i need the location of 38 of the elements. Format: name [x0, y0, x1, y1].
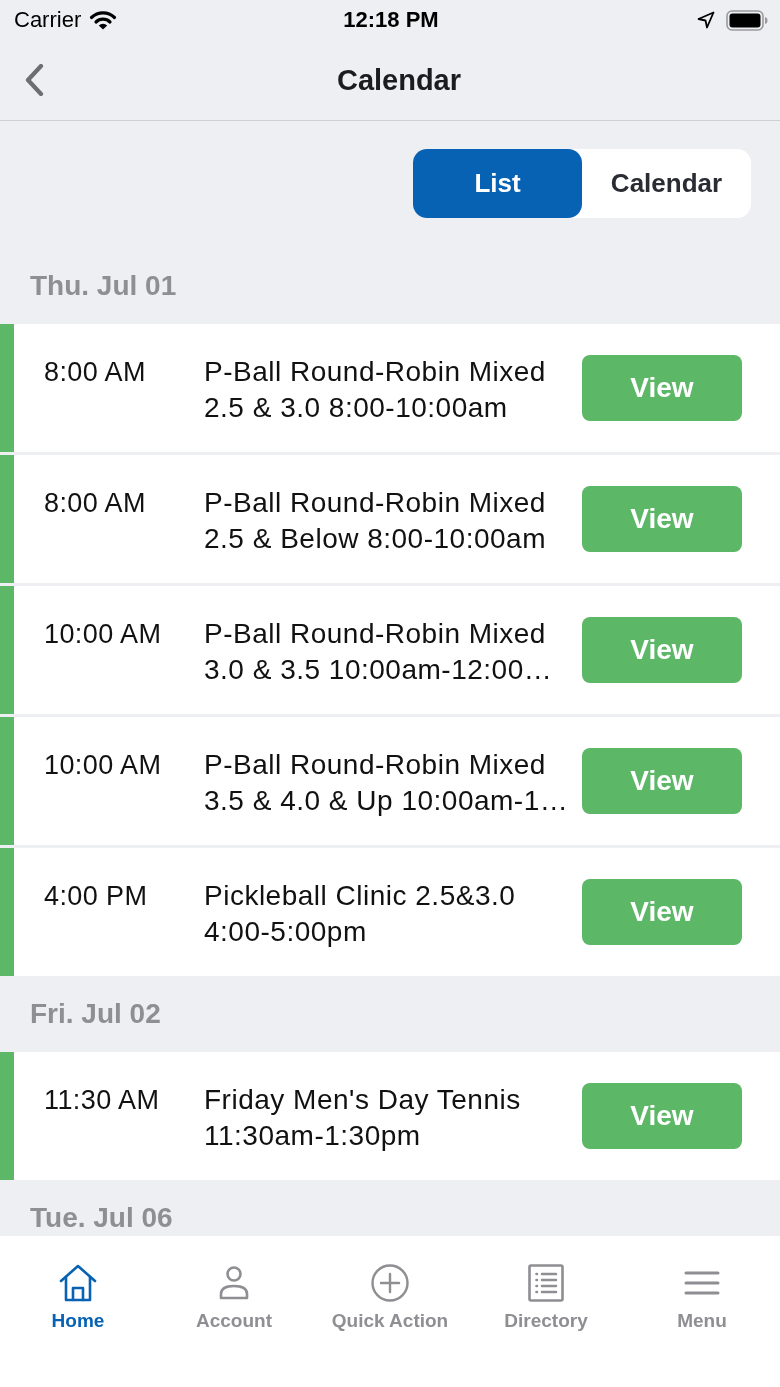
view-button[interactable]: View	[582, 1083, 742, 1149]
status-time: 12:18 PM	[343, 7, 439, 33]
battery-icon	[726, 9, 768, 31]
view-button[interactable]: View	[582, 355, 742, 421]
event-time: 4:00 PM	[44, 880, 148, 913]
event-title: P-Ball Round-Robin Mixed 2.5 & Below 8:00-10:00am	[204, 486, 546, 556]
wifi-icon	[89, 10, 118, 30]
section-date: Fri. Jul 02	[30, 998, 161, 1030]
nav-title: Calendar	[336, 63, 462, 97]
event-time: 8:00 AM	[44, 487, 146, 520]
carrier-name: Carrier	[14, 7, 82, 33]
event-title: P-Ball Round-Robin Mixed 3.5 & 4.0 & Up 10:00am-1…	[204, 748, 569, 818]
event-title: Pickleball Clinic 2.5&3.0 4:00-5:00pm	[204, 879, 516, 949]
tab-item[interactable]: Directory	[504, 1264, 588, 1332]
view-toggle-tab[interactable]: List	[413, 149, 582, 218]
tab-item[interactable]: Home	[51, 1264, 105, 1332]
view-toggle-tab[interactable]: Calendar	[582, 149, 751, 218]
view-button[interactable]: View	[582, 486, 742, 552]
chevron-left-icon	[24, 64, 44, 96]
event-time: 10:00 AM	[44, 618, 162, 651]
tab-item[interactable]: Menu	[677, 1264, 727, 1332]
event-title: Friday Men's Day Tennis 11:30am-1:30pm	[204, 1083, 521, 1153]
event-title: P-Ball Round-Robin Mixed 2.5 & 3.0 8:00-10:00am	[204, 355, 546, 425]
event-time: 8:00 AM	[44, 356, 146, 389]
section-date: Thu. Jul 01	[30, 270, 177, 302]
tab-item[interactable]: Quick Action	[331, 1264, 449, 1332]
view-button[interactable]: View	[582, 617, 742, 683]
home-icon	[59, 1264, 97, 1302]
location-arrow-icon	[697, 11, 715, 29]
tab-item[interactable]: Account	[196, 1264, 272, 1332]
event-time: 10:00 AM	[44, 749, 162, 782]
section-date: Tue. Jul 06	[30, 1202, 173, 1234]
event-time: 11:30 AM	[44, 1084, 160, 1117]
event-title: P-Ball Round-Robin Mixed 3.0 & 3.5 10:00am-12:00…	[204, 617, 553, 687]
plus-circle-icon	[371, 1264, 409, 1302]
list-document-icon	[527, 1264, 565, 1302]
view-button[interactable]: View	[582, 748, 742, 814]
view-button[interactable]: View	[582, 879, 742, 945]
